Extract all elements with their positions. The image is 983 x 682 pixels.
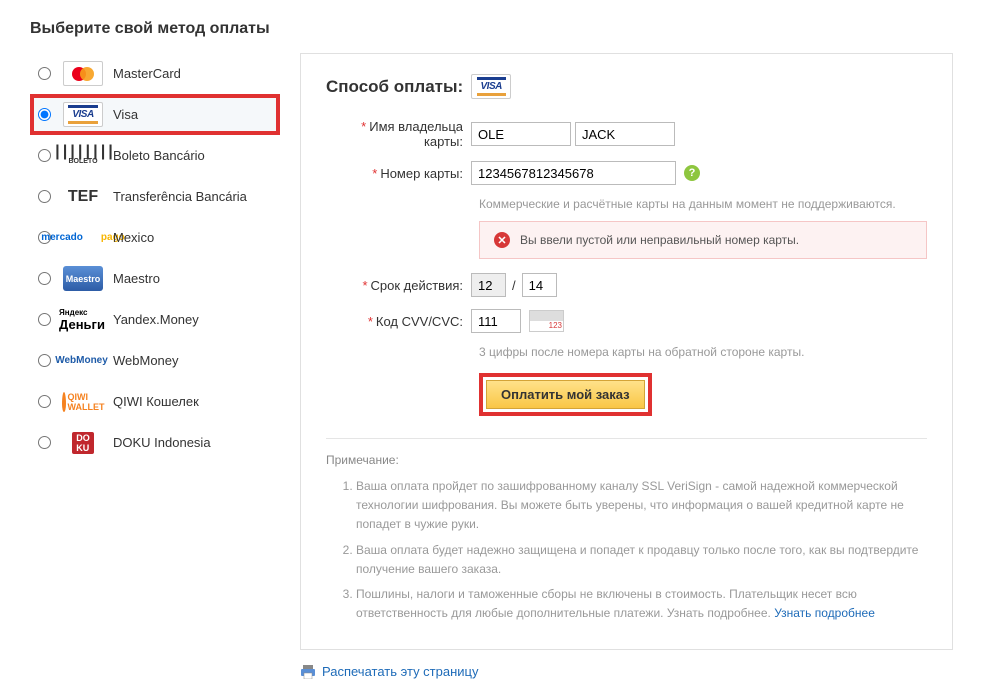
method-boleto[interactable]: ||||||||BOLETO Boleto Bancário [30,135,280,176]
note-item: Ваша оплата будет надежно защищена и поп… [356,541,927,579]
method-label: Visa [113,107,138,122]
radio-tef[interactable] [38,190,51,203]
expiry-month-input[interactable] [471,273,506,297]
visa-icon: VISA [63,102,103,127]
page-title: Выберите свой метод оплаты [30,20,953,38]
last-name-input[interactable] [575,122,675,146]
method-label: Transferência Bancária [113,189,247,204]
print-page-link[interactable]: Распечатать эту страницу [322,664,478,679]
payment-method-list: MasterCard VISA Visa ||||||||BOLETO Bole… [30,53,280,650]
payment-details-panel: Способ оплаты: VISA *Имя владельца карты… [300,53,953,650]
cardnumber-hint: Коммерческие и расчётные карты на данным… [479,197,927,211]
cardnumber-label: *Номер карты: [326,166,471,181]
cvv-input[interactable] [471,309,521,333]
method-label: Yandex.Money [113,312,199,327]
notes-title: Примечание: [326,453,927,467]
method-label: MasterCard [113,66,181,81]
radio-maestro[interactable] [38,272,51,285]
method-label: DOKU Indonesia [113,435,211,450]
method-webmoney[interactable]: WebMoney WebMoney [30,340,280,381]
method-mercadopago[interactable]: mercadopago Mexico [30,217,280,258]
method-tef[interactable]: TEF Transferência Bancária [30,176,280,217]
panel-title: Способ оплаты: VISA [326,74,927,99]
notes-section: Примечание: Ваша оплата пройдет по зашиф… [326,438,927,623]
method-yandex[interactable]: ЯндексДеньги Yandex.Money [30,299,280,340]
submit-highlight: Оплатить мой заказ [479,373,652,416]
visa-icon: VISA [471,74,511,99]
cvv-label: *Код CVV/CVC: [326,314,471,329]
expiry-separator: / [512,278,516,293]
method-label: Mexico [113,230,154,245]
radio-visa[interactable] [38,108,51,121]
note-item: Пошлины, налоги и таможенные сборы не вк… [356,585,927,623]
expiry-label: *Срок действия: [326,278,471,293]
method-label: Maestro [113,271,160,286]
pay-button[interactable]: Оплатить мой заказ [486,380,645,409]
method-label: QIWI Кошелек [113,394,199,409]
radio-qiwi[interactable] [38,395,51,408]
method-label: WebMoney [113,353,179,368]
cvv-hint: 3 цифры после номера карты на обратной с… [479,345,927,359]
method-label: Boleto Bancário [113,148,205,163]
method-doku[interactable]: DOKU DOKU Indonesia [30,422,280,463]
qiwi-icon: QIWIWALLET [63,389,103,414]
boleto-icon: ||||||||BOLETO [63,143,103,168]
tef-icon: TEF [63,184,103,209]
maestro-icon: Maestro [63,266,103,291]
method-qiwi[interactable]: QIWIWALLET QIWI Кошелек [30,381,280,422]
webmoney-icon: WebMoney [63,348,103,373]
radio-boleto[interactable] [38,149,51,162]
note-item: Ваша оплата пройдет по зашифрованному ка… [356,477,927,535]
method-visa[interactable]: VISA Visa [30,94,280,135]
radio-yandex[interactable] [38,313,51,326]
print-icon [300,665,316,679]
cardholder-label: *Имя владельца карты: [326,119,471,149]
radio-webmoney[interactable] [38,354,51,367]
error-icon: ✕ [494,232,510,248]
method-maestro[interactable]: Maestro Maestro [30,258,280,299]
radio-mastercard[interactable] [38,67,51,80]
help-icon[interactable]: ? [684,165,700,181]
cvv-illustration-icon: 123 [529,310,564,332]
error-message: ✕ Вы ввели пустой или неправильный номер… [479,221,927,259]
doku-icon: DOKU [63,430,103,455]
expiry-year-input[interactable] [522,273,557,297]
first-name-input[interactable] [471,122,571,146]
yandex-money-icon: ЯндексДеньги [63,307,103,332]
method-mastercard[interactable]: MasterCard [30,53,280,94]
learn-more-link[interactable]: Узнать подробнее [774,606,875,620]
mastercard-icon [63,61,103,86]
mercadopago-icon: mercadopago [63,225,103,250]
radio-doku[interactable] [38,436,51,449]
card-number-input[interactable] [471,161,676,185]
